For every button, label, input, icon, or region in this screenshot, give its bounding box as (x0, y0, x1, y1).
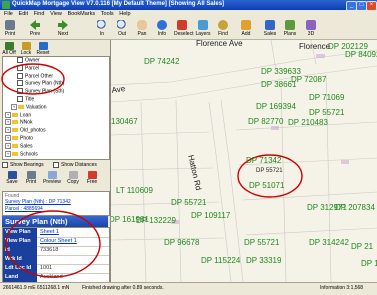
prev-button[interactable]: Prev (27, 20, 43, 37)
tree-highlight-circle (1, 63, 65, 95)
forward-arrow-icon (58, 20, 68, 30)
back-arrow-icon (30, 20, 40, 30)
menu-find[interactable]: Find (34, 10, 45, 19)
sales-icon (265, 20, 275, 30)
hand-icon (137, 20, 147, 30)
parcel-label[interactable]: DP 84092 (345, 50, 377, 59)
find-button[interactable]: Find (215, 20, 231, 37)
plans-icon (285, 20, 295, 30)
parcel-label[interactable]: DP 33319 (246, 256, 281, 265)
parcel-label[interactable]: DP 55721 (309, 108, 344, 117)
parcel-label[interactable]: DP 21 (351, 242, 373, 251)
parcel-label[interactable]: DP 55721 (171, 198, 206, 207)
zoom-out-icon (117, 20, 127, 30)
sales-button[interactable]: Sales (262, 20, 278, 37)
parcel-label[interactable]: DP 314242 (309, 238, 349, 247)
menu-help[interactable]: Help (119, 10, 130, 19)
layers-panel: All Off Lock Reset Owner Parcel Parcel Oth… (0, 40, 111, 283)
print-button[interactable]: Print (2, 20, 18, 37)
zoom-out-button[interactable]: Out (114, 20, 130, 37)
window-title: QuickMap Mortgage View V7.0.116 [My Defa… (12, 1, 225, 7)
parcel-label[interactable]: DP 55721 (244, 238, 279, 247)
plans-button[interactable]: Plans (282, 20, 298, 37)
3d-icon (306, 20, 316, 30)
info-icon (157, 20, 167, 30)
panel-annotations (1, 63, 101, 278)
status-bar: 2661461.9 mE 6511268.1 mN Finished drawi… (0, 282, 377, 295)
status-message: Finished drawing after 0.89 seconds. (82, 285, 164, 291)
menu-tools[interactable]: Tools (101, 10, 114, 19)
menu-file[interactable]: File (4, 10, 13, 19)
deselect-button[interactable]: Deselect (174, 20, 193, 37)
parcel-label[interactable]: DP 210483 (288, 118, 328, 127)
map-view[interactable]: DP 74242 DP 202129 DP 84092 DP 339633 DP 720… (111, 40, 377, 282)
parcel-label[interactable]: DP 71069 (309, 93, 344, 102)
street-label: Florence (299, 42, 331, 51)
parcel-label[interactable]: DP 82770 (248, 117, 283, 126)
status-info: Information 3:1,568 (320, 285, 364, 291)
add-button[interactable]: Add (238, 20, 254, 37)
find-icon (218, 20, 228, 30)
menu-view[interactable]: View (50, 10, 62, 19)
status-coords: 2661461.9 mE 6511268.1 mN (3, 285, 70, 291)
add-icon (241, 20, 251, 30)
parcel-label[interactable]: DP 115224 (201, 256, 240, 265)
parcel-label[interactable]: DP 71342 (246, 156, 281, 165)
parcel-label[interactable]: DP 96678 (164, 238, 199, 247)
parcel-label[interactable]: DP 38661 (261, 80, 296, 89)
street-label: Florence Ave (196, 40, 243, 48)
title-bar: QuickMap Mortgage View V7.0.116 [My Defa… (0, 0, 377, 11)
menu-bar: File Edit Find View BookMarks Tools Help (0, 10, 377, 19)
3d-button[interactable]: 3D (303, 20, 319, 37)
printer-icon (5, 20, 15, 30)
menu-edit[interactable]: Edit (19, 10, 28, 19)
parcel-label[interactable]: DP 132229 (136, 216, 176, 225)
parcel-label[interactable]: DP 1 (361, 259, 377, 268)
zoom-in-icon (97, 20, 107, 30)
info-button[interactable]: Info (154, 20, 170, 37)
street-label: Ave (111, 84, 126, 95)
toolbar: Print Prev Next In Out Pan Info Deselect… (0, 19, 377, 40)
deselect-icon (177, 20, 187, 30)
menu-bookmarks[interactable]: BookMarks (68, 10, 96, 19)
app-icon (2, 1, 10, 9)
parcel-label[interactable]: DP 169394 (256, 102, 296, 111)
parcel-label[interactable]: DP 55721 (256, 168, 283, 174)
parcel-label[interactable]: 130467 (111, 117, 138, 126)
parcel-label[interactable]: DP 51071 (249, 181, 284, 190)
pan-button[interactable]: Pan (134, 20, 150, 37)
layers-button[interactable]: Layers (195, 20, 211, 37)
parcel-label[interactable]: DP 109117 (191, 211, 230, 220)
parcel-label[interactable]: LT 110609 (116, 186, 153, 195)
parcel-label[interactable]: DP 74242 (144, 57, 179, 66)
next-button[interactable]: Next (55, 20, 71, 37)
detail-highlight-circle (5, 210, 101, 278)
layers-icon (198, 20, 208, 30)
zoom-in-button[interactable]: In (94, 20, 110, 37)
parcel-label[interactable]: DP 207834 (335, 203, 375, 212)
